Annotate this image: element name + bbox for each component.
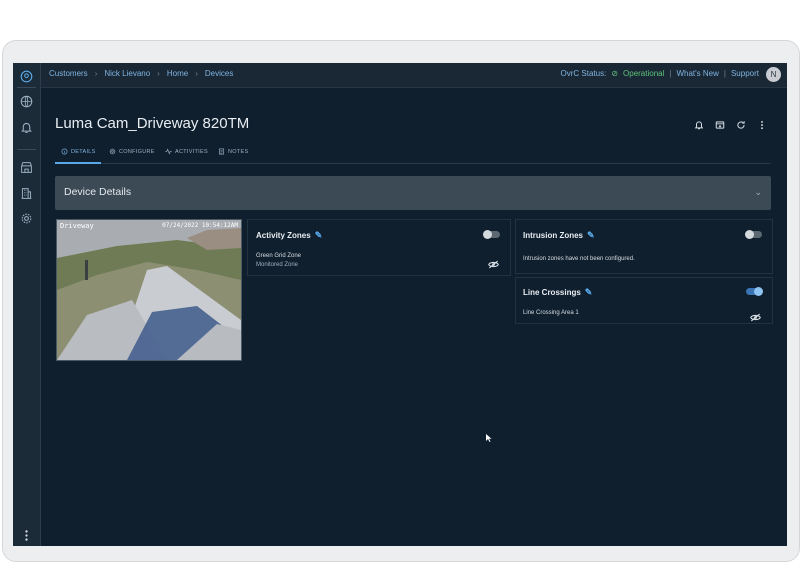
whats-new-link[interactable]: What's New [676,69,718,78]
line-crossings-header: Line Crossings ✎ [523,287,592,298]
account-icon[interactable] [19,69,33,83]
device-details-title: Device Details [64,186,132,198]
breadcrumb: Customers › Nick Lievano › Home › Device… [49,69,233,78]
tab-configure[interactable]: CONFIGURE [109,148,155,155]
add-to-box-icon[interactable] [715,120,725,130]
line-crossings-panel: Line Crossings ✎ Line Crossing Area 1 [515,277,773,324]
tab-activities[interactable]: ACTIVITIES [165,148,208,155]
sidebar-divider [17,149,36,150]
breadcrumb-devices[interactable]: Devices [205,69,233,78]
eye-off-icon[interactable] [750,309,761,322]
tab-label: CONFIGURE [119,148,155,155]
refresh-icon[interactable] [736,120,746,130]
more-vertical-icon[interactable] [757,120,767,130]
chevron-right-icon: › [195,69,198,78]
breadcrumb-home[interactable]: Home [167,69,188,78]
breadcrumb-customer[interactable]: Nick Lievano [104,69,150,78]
activity-zones-title: Activity Zones [256,231,311,240]
page-title: Luma Cam_Driveway 820TM [55,115,250,132]
active-tab-indicator [55,162,101,164]
line-crossings-title: Line Crossings [523,288,581,297]
building-icon[interactable] [19,186,33,200]
breadcrumb-customers[interactable]: Customers [49,69,88,78]
intrusion-zones-header: Intrusion Zones ✎ [523,230,595,241]
status-divider: | [669,69,672,78]
intrusion-zones-empty-message: Intrusion zones have not been configured… [523,256,635,262]
tab-notes[interactable]: NOTES [218,148,248,155]
camera-timestamp-overlay: 07/24/2022 10:54:12AM [162,222,238,229]
check-circle-icon: ⊘ [611,69,619,78]
edit-pencil-icon[interactable]: ✎ [315,230,323,241]
activity-zones-toggle[interactable] [483,230,500,239]
line-crossings-toggle[interactable] [746,287,763,296]
mouse-cursor-icon [486,434,492,442]
globe-icon[interactable] [19,94,33,108]
zone-name: Green Grid Zone [256,253,302,259]
more-vertical-icon[interactable] [19,528,33,542]
avatar[interactable]: N [766,67,781,82]
store-icon[interactable] [19,160,33,174]
device-details-header[interactable]: Device Details ⌄ [55,176,771,210]
status-area: OvrC Status: ⊘ Operational | What's New … [561,69,759,78]
sidebar-divider [17,87,36,88]
tab-label: DETAILS [71,148,96,155]
line-crossing-name: Line Crossing Area 1 [523,310,579,316]
camera-name-overlay: Driveway [60,222,94,230]
activity-zones-panel: Activity Zones ✎ Green Grid Zone Monitor… [247,219,511,276]
edit-pencil-icon[interactable]: ✎ [587,230,595,241]
info-icon [61,148,68,155]
tab-details[interactable]: DETAILS [61,148,96,155]
intrusion-zones-panel: Intrusion Zones ✎ Intrusion zones have n… [515,219,773,274]
zone-type: Monitored Zone [256,262,299,268]
activity-zones-header: Activity Zones ✎ [256,230,322,241]
tab-label: ACTIVITIES [175,148,208,155]
eye-off-icon[interactable] [488,256,499,269]
tab-label: NOTES [228,148,249,155]
activity-icon [165,148,172,155]
gear-icon[interactable] [19,211,33,225]
status-label: OvrC Status: [560,69,607,78]
tab-bar: DETAILS CONFIGURE ACTIVITIES NOTES [55,145,771,164]
status-divider: | [723,69,726,78]
intrusion-zones-toggle[interactable] [745,230,762,239]
bell-icon[interactable] [19,120,33,134]
chevron-down-icon[interactable]: ⌄ [754,187,762,198]
camera-snapshot[interactable]: Driveway 07/24/2022 10:54:12AM [56,219,242,361]
app-screen: Customers › Nick Lievano › Home › Device… [13,63,787,546]
sidebar [13,63,41,546]
chevron-right-icon: › [94,69,98,78]
settings-icon [109,148,116,155]
edit-pencil-icon[interactable]: ✎ [585,287,593,298]
title-actions [694,120,767,130]
support-link[interactable]: Support [731,69,759,78]
chevron-right-icon: › [157,69,160,78]
top-bar: Customers › Nick Lievano › Home › Device… [41,63,787,88]
bell-icon[interactable] [694,120,704,130]
notes-icon [218,148,225,155]
camera-image [57,220,241,360]
status-value[interactable]: Operational [623,69,664,78]
intrusion-zones-title: Intrusion Zones [523,231,583,240]
